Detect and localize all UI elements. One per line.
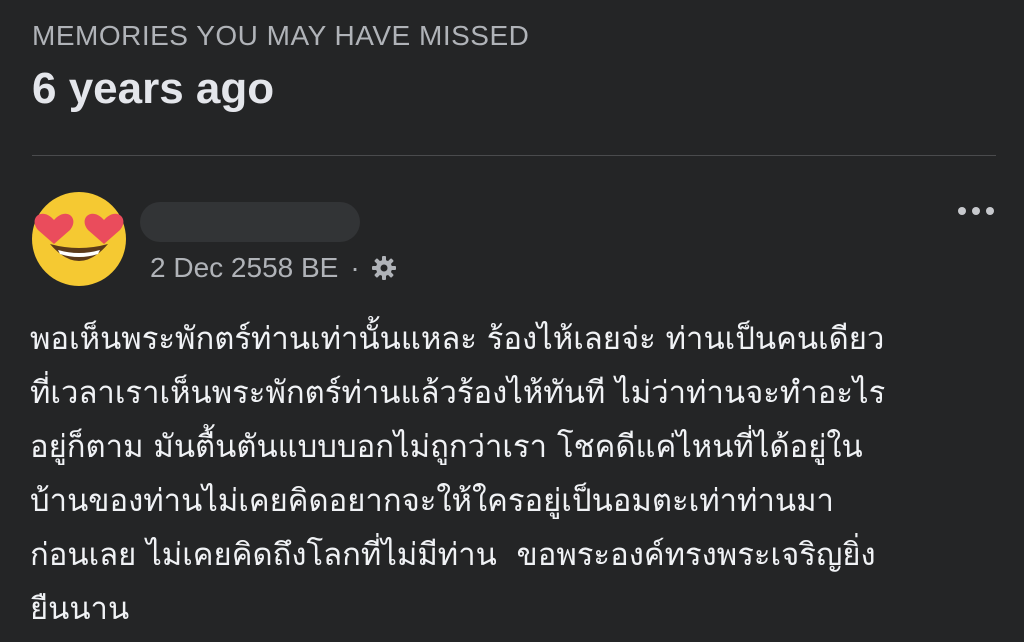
memory-post: 2 Dec 2558 BE · พอเห็นพระพักตร์ท่านเท่าน…	[0, 0, 1024, 642]
dot	[986, 207, 994, 215]
heart-eyes-emoji-icon[interactable]	[28, 186, 130, 288]
author-name-redacted[interactable]	[140, 202, 360, 242]
post-date[interactable]: 2 Dec 2558 BE	[150, 252, 338, 284]
dot	[972, 207, 980, 215]
more-options-icon[interactable]	[950, 196, 1002, 226]
post-text: พอเห็นพระพักตร์ท่านเท่านั้นแหละ ร้องไห้เ…	[30, 321, 886, 627]
meta-separator: ·	[350, 252, 360, 283]
dot	[958, 207, 966, 215]
gear-icon[interactable]	[370, 254, 398, 282]
post-meta: 2 Dec 2558 BE ·	[150, 252, 398, 284]
